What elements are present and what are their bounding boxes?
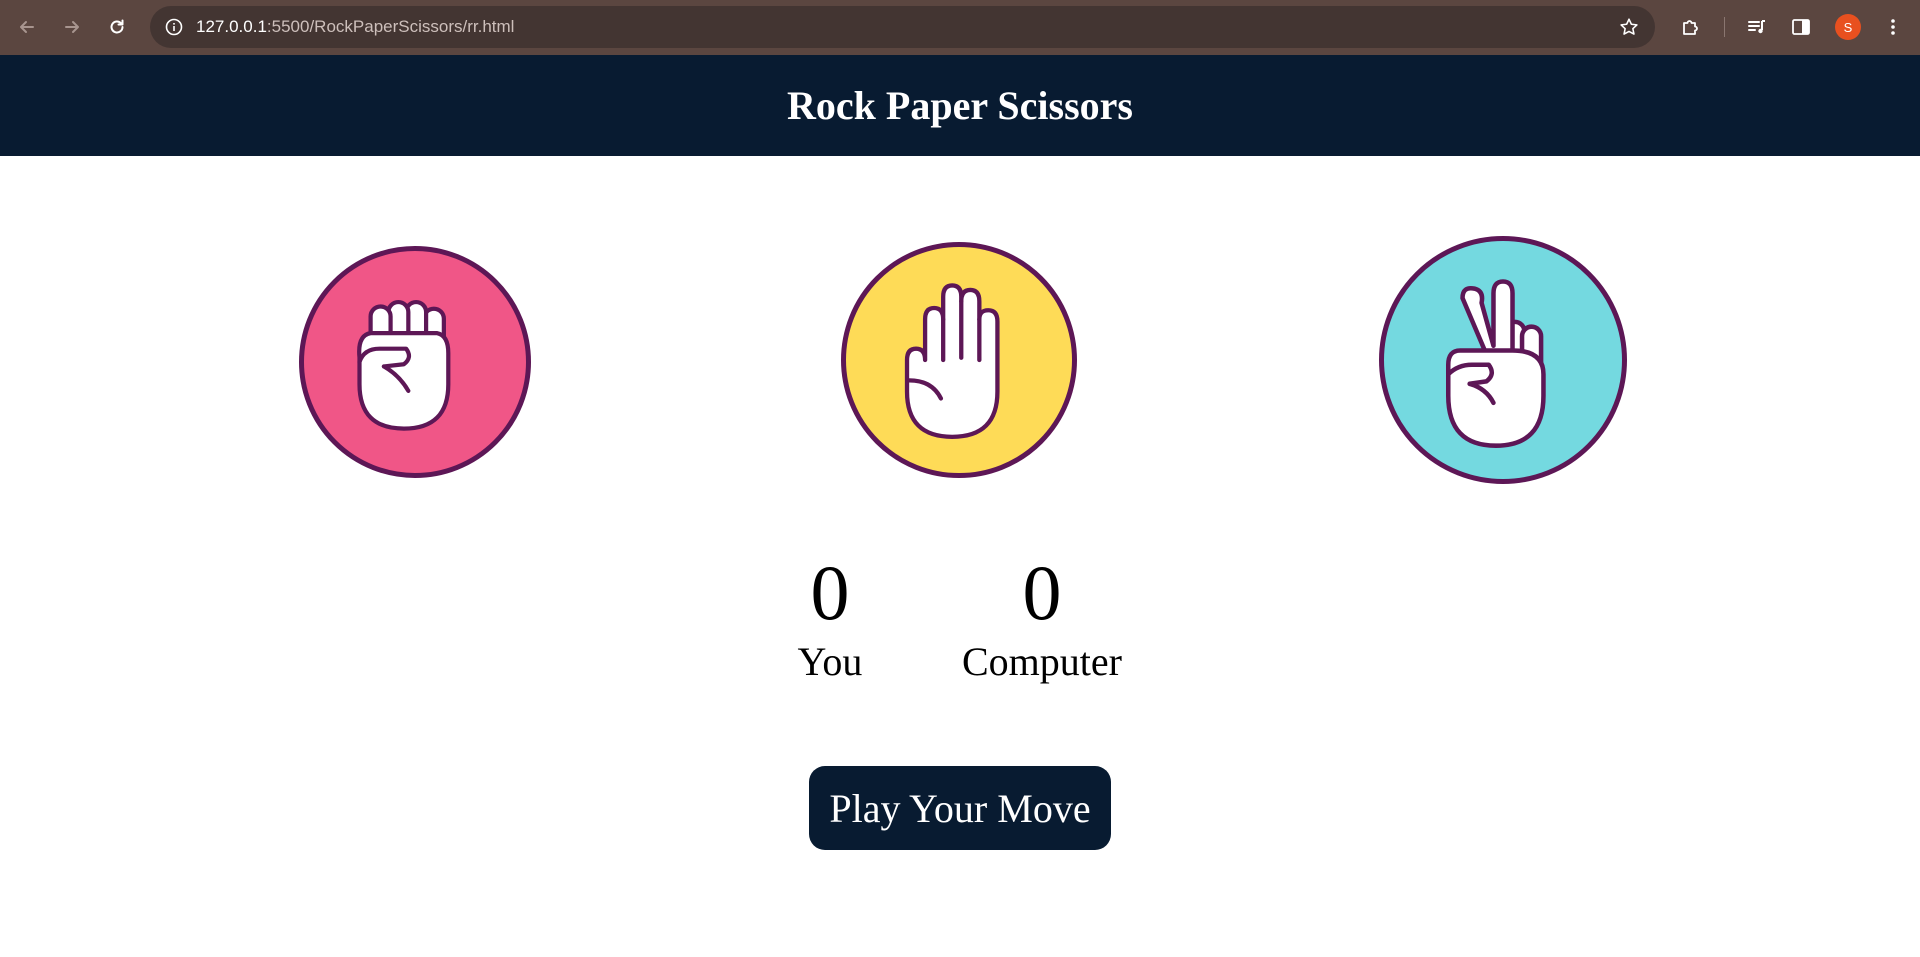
- side-panel-icon: [1792, 19, 1810, 35]
- browser-menu-button[interactable]: [1877, 11, 1909, 43]
- scissors-choice-button[interactable]: [1379, 236, 1627, 484]
- bookmark-star-icon[interactable]: [1617, 15, 1641, 39]
- toolbar-divider: [1724, 17, 1725, 37]
- media-control-button[interactable]: [1741, 11, 1773, 43]
- arrow-right-icon: [65, 21, 79, 33]
- computer-score-panel: 0 Computer: [950, 548, 1134, 686]
- url-host: 127.0.0.1: [196, 17, 267, 36]
- computer-score-label: Computer: [962, 639, 1122, 684]
- user-score-label: You: [797, 639, 863, 684]
- scissors-hand-icon: [1445, 279, 1546, 448]
- profile-avatar[interactable]: S: [1835, 14, 1861, 40]
- user-score: 0: [810, 549, 850, 636]
- page-header: Rock Paper Scissors: [0, 55, 1920, 156]
- back-button[interactable]: [10, 10, 44, 44]
- site-info-icon[interactable]: [162, 15, 186, 39]
- paper-choice-button[interactable]: [841, 242, 1077, 478]
- address-bar[interactable]: 127.0.0.1:5500/RockPaperScissors/rr.html: [150, 6, 1655, 48]
- extensions-button[interactable]: [1675, 11, 1707, 43]
- browser-toolbar: 127.0.0.1:5500/RockPaperScissors/rr.html…: [0, 0, 1920, 55]
- side-panel-button[interactable]: [1785, 11, 1817, 43]
- rock-choice-button[interactable]: [299, 246, 531, 478]
- reload-button[interactable]: [100, 10, 134, 44]
- user-score-panel: 0 You: [770, 548, 890, 686]
- page-title: Rock Paper Scissors: [787, 83, 1133, 128]
- play-your-move-button[interactable]: Play Your Move: [809, 766, 1111, 850]
- forward-button[interactable]: [55, 10, 89, 44]
- arrow-left-icon: [20, 21, 34, 33]
- computer-score: 0: [1022, 549, 1062, 636]
- reload-icon: [110, 19, 124, 34]
- playlist-icon: [1748, 20, 1765, 34]
- paper-hand-icon: [904, 283, 1000, 439]
- more-vertical-icon: [1891, 19, 1895, 35]
- puzzle-icon: [1683, 20, 1698, 35]
- url-path: :5500/RockPaperScissors/rr.html: [266, 17, 515, 36]
- url-text: 127.0.0.1:5500/RockPaperScissors/rr.html: [196, 6, 514, 48]
- rock-fist-icon: [357, 299, 451, 431]
